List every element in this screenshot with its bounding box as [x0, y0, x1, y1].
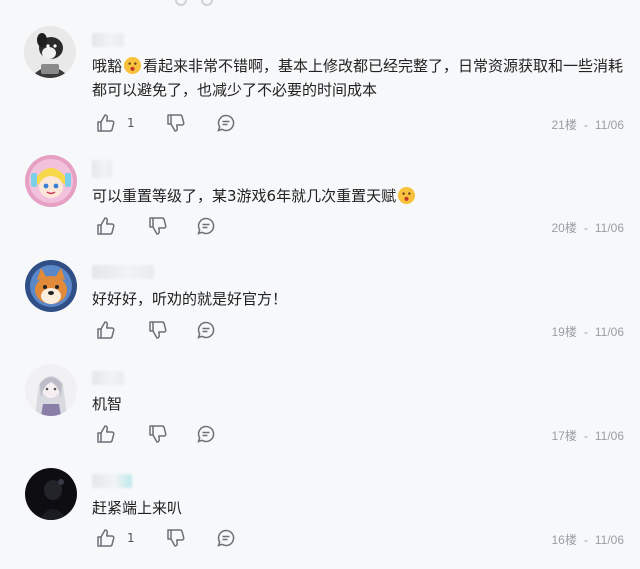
thumbs-down-icon — [167, 114, 185, 132]
comment-date: 11/06 — [594, 533, 624, 547]
user-avatar[interactable] — [25, 155, 77, 207]
comment-meta: 21楼 -11/06 — [551, 118, 625, 132]
floor-number: 21楼 — [551, 118, 577, 132]
floor-number: 16楼 — [551, 533, 577, 547]
like-count: 1 — [127, 531, 135, 545]
like-button[interactable] — [96, 319, 127, 341]
comment-text: 赶紧端上来叭 — [92, 499, 183, 517]
floor-number: 20楼 — [551, 221, 577, 235]
comment-body: 可以重置等级了，某3游戏6年就几次重置天赋 — [92, 184, 417, 208]
reply-bubble-icon — [217, 529, 235, 547]
comment-date: 11/06 — [594, 429, 624, 443]
like-button[interactable] — [96, 215, 127, 237]
reply-bubble-icon — [197, 321, 215, 339]
reply-button[interactable] — [196, 215, 216, 237]
dislike-button[interactable] — [148, 319, 168, 341]
username-blurred[interactable] — [92, 474, 132, 488]
username-blurred[interactable] — [92, 160, 112, 178]
comment-body: 好好好，听劝的就是好官方！ — [92, 287, 287, 311]
reply-button[interactable] — [196, 423, 216, 445]
like-button[interactable]: 1 — [96, 527, 135, 549]
comment-item: 赶紧端上来叭 1 16楼 -11/06 — [0, 0, 640, 547]
dislike-button[interactable] — [166, 527, 186, 549]
reply-button[interactable] — [196, 319, 216, 341]
dislike-button[interactable] — [166, 112, 186, 134]
comment-actions — [96, 423, 276, 445]
thumbs-down-icon — [149, 425, 167, 443]
comment-meta: 19楼 -11/06 — [551, 325, 625, 339]
thumbs-down-icon — [149, 217, 167, 235]
thumbs-up-icon — [97, 529, 115, 547]
comment-actions: 1 — [96, 112, 276, 134]
reply-button[interactable] — [216, 527, 236, 549]
smile-emoji-icon — [398, 186, 416, 205]
username-blurred[interactable] — [92, 371, 124, 385]
comment-meta: 16楼 -11/06 — [551, 533, 625, 547]
comment-meta: 17楼 -11/06 — [551, 429, 625, 443]
comment-body: 机智 — [92, 392, 122, 416]
comment-text: 可以重置等级了，某3游戏6年就几次重置天赋 — [92, 187, 397, 205]
comment-meta: 20楼 -11/06 — [551, 221, 625, 235]
like-count: 1 — [127, 116, 135, 130]
floor-number: 17楼 — [551, 429, 577, 443]
thumbs-up-icon — [97, 114, 115, 132]
like-button[interactable]: 1 — [96, 112, 135, 134]
reply-bubble-icon — [217, 114, 235, 132]
comment-actions — [96, 215, 276, 237]
comment-text: 好好好，听劝的就是好官方！ — [92, 290, 288, 308]
floor-number: 19楼 — [551, 325, 577, 339]
comment-date: 11/06 — [594, 118, 624, 132]
user-avatar[interactable] — [25, 468, 77, 520]
comment-list: 哦豁 看起来非常不错啊，基本上修改都已经完整了，日常资源获取和一些消耗 都可以避免… — [0, 0, 640, 569]
username-blurred[interactable] — [92, 265, 154, 279]
comment-body: 赶紧端上来叭 — [92, 496, 182, 520]
thumbs-up-icon — [97, 217, 115, 235]
comment-text: 机智 — [92, 395, 123, 413]
thumbs-up-icon — [97, 425, 115, 443]
reply-bubble-icon — [197, 425, 215, 443]
dislike-button[interactable] — [148, 423, 168, 445]
reply-bubble-icon — [197, 217, 215, 235]
dislike-button[interactable] — [148, 215, 168, 237]
comment-actions — [96, 319, 276, 341]
thumbs-down-icon — [149, 321, 167, 339]
thumbs-down-icon — [167, 529, 185, 547]
comment-date: 11/06 — [594, 325, 624, 339]
comment-actions: 1 — [96, 527, 276, 549]
thumbs-up-icon — [97, 321, 115, 339]
reply-button[interactable] — [216, 112, 236, 134]
user-avatar[interactable] — [25, 260, 77, 312]
comment-date: 11/06 — [594, 221, 624, 235]
user-avatar[interactable] — [25, 364, 77, 416]
like-button[interactable] — [96, 423, 127, 445]
